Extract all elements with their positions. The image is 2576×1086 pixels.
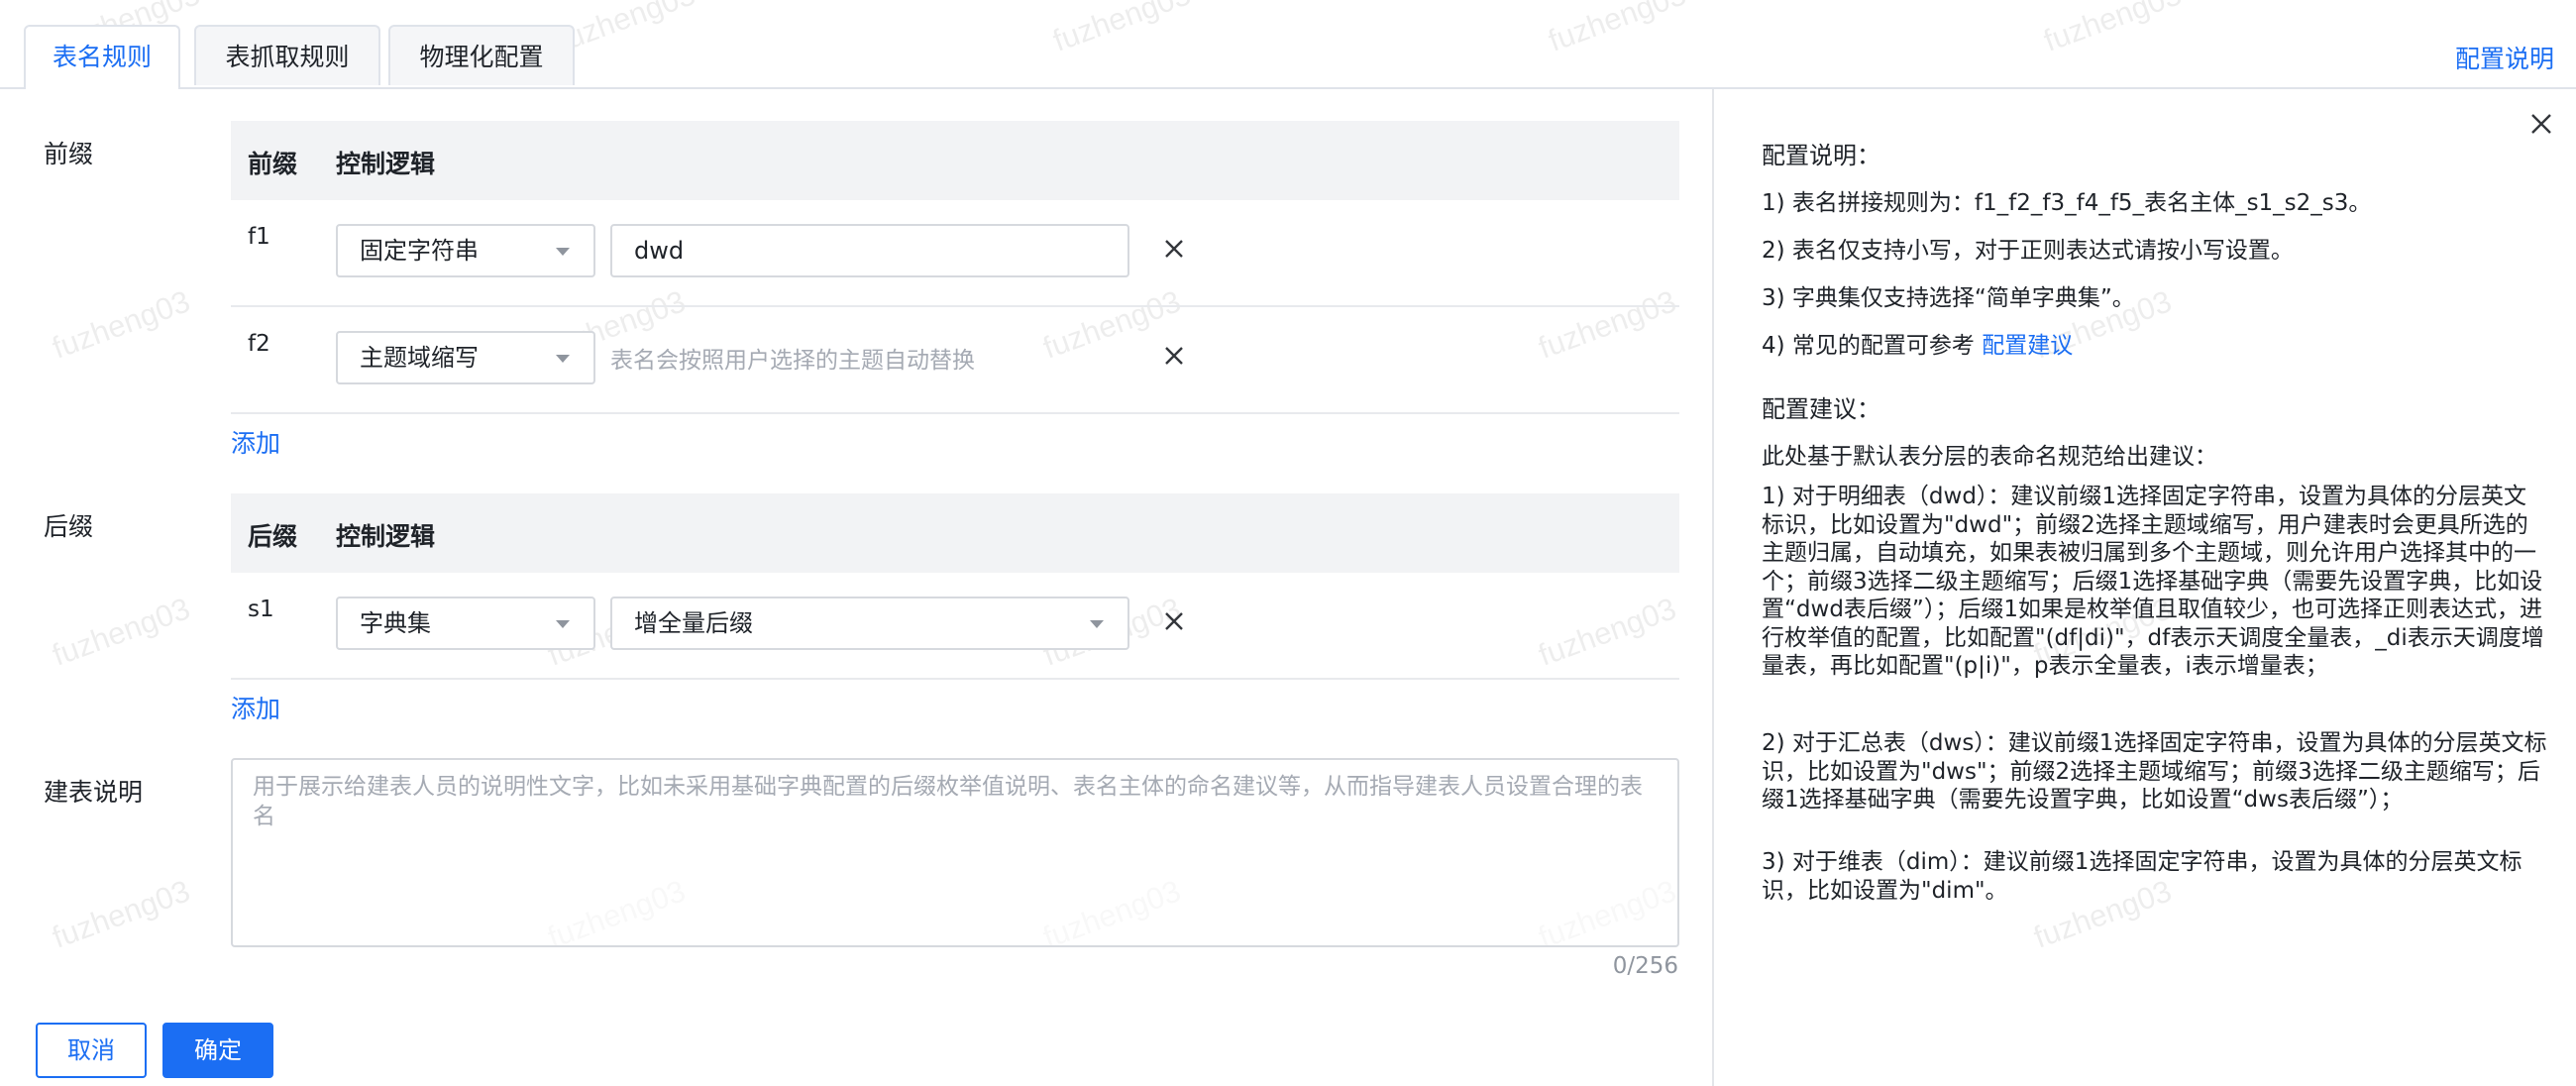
tab-materialization-config[interactable]: 物理化配置: [388, 25, 575, 85]
table-row: f2 主题域缩写 表名会按照用户选择的主题自动替换: [231, 307, 1679, 414]
tab-bar: 表名规则 表抓取规则 物理化配置 配置说明: [0, 0, 2576, 89]
config-suggest-link[interactable]: 配置建议: [1982, 333, 2073, 359]
close-icon[interactable]: [1159, 234, 1189, 264]
rule-form: 前缀 前缀 控制逻辑 f1 固定字符串 dwd f2 主题域缩写 表名会按照用户…: [0, 89, 1712, 1086]
tab-table-fetch-rules[interactable]: 表抓取规则: [194, 25, 380, 85]
select-value: 字典集: [360, 609, 431, 637]
suffix-table: 后缀 控制逻辑 s1 字典集 增全量后缀: [231, 493, 1679, 680]
suffix-table-header: 后缀 控制逻辑: [231, 493, 1679, 573]
suffix-col-header: 后缀: [248, 522, 298, 551]
prefix-key: f2: [248, 331, 270, 357]
prefix-table-header: 前缀 控制逻辑: [231, 121, 1679, 200]
caret-down-icon: [556, 620, 570, 628]
logic-type-select[interactable]: 固定字符串: [336, 224, 595, 277]
add-prefix-link[interactable]: 添加: [231, 424, 280, 460]
caret-down-icon: [556, 248, 570, 256]
fixed-string-input[interactable]: dwd: [610, 224, 1129, 277]
table-row: s1 字典集 增全量后缀: [231, 573, 1679, 680]
char-counter: 0/256: [1612, 953, 1678, 979]
prefix-key: f1: [248, 224, 270, 250]
close-icon[interactable]: [2526, 109, 2556, 139]
confirm-button[interactable]: 确定: [162, 1023, 273, 1078]
add-suffix-link[interactable]: 添加: [231, 690, 280, 725]
suggest-dws: 2) 对于汇总表（dws）：建议前缀1选择固定字符串，设置为具体的分层英文标识，…: [1762, 730, 2547, 813]
description-label: 建表说明: [44, 778, 144, 807]
suggest-intro: 此处基于默认表分层的表命名规范给出建议：: [1762, 444, 2217, 470]
tab-table-name-rules[interactable]: 表名规则: [24, 25, 180, 89]
description-textarea[interactable]: 用于展示给建表人员的说明性文字，比如未采用基础字典配置的后缀枚举值说明、表名主体…: [231, 758, 1679, 947]
select-value: 固定字符串: [360, 237, 479, 265]
config-help-link[interactable]: 配置说明: [2455, 40, 2554, 75]
panel-title: 配置说明：: [1762, 142, 1880, 169]
panel-item: 4) 常见的配置可参考: [1762, 333, 1975, 359]
suggest-dwd: 1) 对于明细表（dwd）：建议前缀1选择固定字符串，设置为具体的分层英文标识，…: [1762, 484, 2544, 679]
close-icon[interactable]: [1159, 606, 1189, 636]
caret-down-icon: [1090, 620, 1104, 628]
select-value: 主题域缩写: [360, 344, 479, 372]
logic-type-select[interactable]: 字典集: [336, 597, 595, 650]
prefix-col-header: 前缀: [248, 150, 298, 178]
close-icon[interactable]: [1159, 341, 1189, 371]
dictionary-select[interactable]: 增全量后缀: [610, 597, 1129, 650]
caret-down-icon: [556, 355, 570, 363]
suffix-key: s1: [248, 597, 274, 622]
suffix-label: 后缀: [44, 512, 94, 541]
prefix-table: 前缀 控制逻辑 f1 固定字符串 dwd f2 主题域缩写 表名会按照用户选择的…: [231, 121, 1679, 414]
prefix-label: 前缀: [44, 140, 94, 168]
panel-item: 3) 字典集仅支持选择“简单字典集”。: [1762, 285, 2135, 311]
table-row: f1 固定字符串 dwd: [231, 200, 1679, 307]
panel-item: 2) 表名仅支持小写，对于正则表达式请按小写设置。: [1762, 238, 2294, 264]
cancel-button[interactable]: 取消: [36, 1023, 147, 1078]
suggest-title: 配置建议：: [1762, 395, 1880, 423]
config-help-panel: 配置说明： 1) 表名拼接规则为：f1_f2_f3_f4_f5_表名主体_s1_…: [1712, 89, 2576, 1086]
auto-replace-hint: 表名会按照用户选择的主题自动替换: [610, 348, 975, 374]
suggest-dim: 3) 对于维表（dim）：建议前缀1选择固定字符串，设置为具体的分层英文标识，比…: [1762, 849, 2522, 904]
logic-type-select[interactable]: 主题域缩写: [336, 331, 595, 384]
logic-col-header: 控制逻辑: [336, 522, 436, 551]
logic-col-header: 控制逻辑: [336, 150, 436, 178]
select-value: 增全量后缀: [634, 609, 753, 637]
panel-item: 1) 表名拼接规则为：f1_f2_f3_f4_f5_表名主体_s1_s2_s3。: [1762, 190, 2372, 216]
panel-item-row: 4) 常见的配置可参考 配置建议: [1762, 326, 2073, 360]
